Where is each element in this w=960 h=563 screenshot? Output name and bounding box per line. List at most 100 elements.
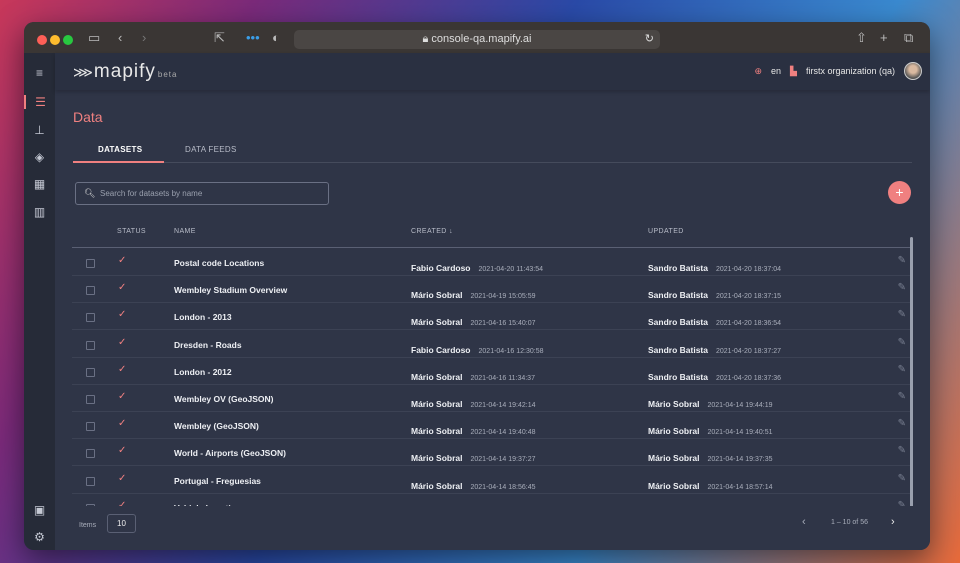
edit-pencil-icon[interactable]: ✎ — [898, 445, 906, 456]
row-checkbox[interactable] — [86, 259, 95, 268]
dataset-name[interactable]: Wembley Stadium Overview — [174, 285, 287, 295]
edit-pencil-icon[interactable]: ✎ — [898, 418, 906, 429]
building-icon: ▦ — [33, 177, 46, 191]
created-cell: Mário Sobral 2021-04-14 19:42:14 — [411, 399, 536, 409]
edit-pencil-icon[interactable]: ✎ — [898, 282, 906, 293]
row-checkbox[interactable] — [86, 449, 95, 459]
edit-pencil-icon[interactable]: ✎ — [898, 309, 906, 320]
sidebar: ≡ ☰ ⊥ ◈ ▦ ▥ ▣ ⚙ — [24, 53, 55, 550]
gear-icon: ⚙ — [34, 530, 45, 544]
table-row[interactable]: ✓ Dresden - Roads Fabio Cardoso 2021-04-1… — [72, 331, 912, 358]
updated-cell: Mário Sobral 2021-04-14 19:44:19 — [648, 399, 773, 409]
header-updated[interactable]: UPDATED — [648, 228, 684, 235]
table-row[interactable]: ✓ London - 2012 Mário Sobral 2021-04-16 1… — [72, 358, 912, 385]
sidebar-item-layers[interactable]: ◈ — [24, 150, 55, 164]
share-icon[interactable]: ⇧ — [856, 30, 867, 46]
sitemap-icon: ⊥ — [34, 123, 45, 137]
language-selector[interactable]: en — [771, 66, 781, 76]
updated-cell: Mário Sobral 2021-04-14 19:37:35 — [648, 453, 773, 464]
edit-pencil-icon[interactable]: ✎ — [898, 255, 906, 266]
row-checkbox[interactable] — [86, 476, 95, 486]
tab-bar: DATASETS DATA FEEDS — [73, 138, 912, 163]
status-check-icon: ✓ — [118, 391, 127, 402]
search-icon: 🔍︎ — [84, 188, 96, 198]
shield-icon[interactable]: ◐ — [272, 30, 280, 45]
dataset-name[interactable]: London - 2012 — [174, 367, 232, 377]
table-row[interactable]: ✓ London - 2013 Mário Sobral 2021-04-16 1… — [72, 303, 912, 331]
header-status[interactable]: STATUS — [117, 228, 146, 235]
next-page-icon[interactable]: › — [891, 516, 895, 528]
new-tab-icon[interactable]: + — [880, 30, 888, 45]
avatar[interactable] — [904, 62, 922, 80]
sidebar-item-data[interactable]: ☰ — [24, 95, 55, 109]
updated-cell: Sandro Batista 2021-04-20 18:37:04 — [648, 263, 781, 273]
add-dataset-button[interactable]: + — [888, 181, 911, 204]
logo[interactable]: ⋙mapify beta — [73, 61, 177, 83]
table-row[interactable]: ✓ Wembley OV (GeoJSON) Mário Sobral 2021-… — [72, 385, 912, 412]
row-checkbox[interactable] — [86, 340, 95, 350]
items-per-page-select[interactable]: 10 — [107, 514, 136, 533]
status-check-icon: ✓ — [118, 309, 127, 321]
row-checkbox[interactable] — [86, 422, 95, 432]
created-cell: Mário Sobral 2021-04-16 11:34:37 — [411, 371, 535, 382]
sidebar-toggle-icon[interactable]: ▭ — [88, 30, 100, 46]
table-row[interactable]: ✓ Wembley (GeoJSON) Mário Sobral 2021-04-… — [72, 412, 912, 440]
header-name[interactable]: NAME — [174, 228, 196, 235]
row-checkbox[interactable] — [86, 395, 95, 404]
sidebar-item-settings[interactable]: ⚙ — [24, 530, 55, 544]
table-row[interactable]: ✓ Portugal - Freguesias Mário Sobral 2021… — [72, 467, 912, 494]
header-created[interactable]: CREATED ↓ — [411, 228, 453, 235]
dataset-name[interactable]: Portugal - Freguesias — [174, 476, 261, 486]
dataset-name[interactable]: Dresden - Roads — [174, 340, 242, 350]
sidebar-item-hierarchy[interactable]: ⊥ — [24, 123, 55, 137]
back-icon[interactable]: ‹ — [118, 30, 122, 45]
dataset-name[interactable]: London - 2013 — [174, 312, 232, 322]
created-cell: Mário Sobral 2021-04-14 19:40:48 — [411, 426, 536, 437]
search-input[interactable]: 🔍︎ Search for datasets by name — [75, 182, 329, 205]
dataset-name[interactable]: Wembley OV (GeoJSON) — [174, 394, 274, 404]
table-row[interactable]: ✓ Postal code Locations Fabio Cardoso 202… — [72, 249, 912, 276]
table-row[interactable]: ✓ Wembley Stadium Overview Mário Sobral 2… — [72, 276, 912, 304]
extension-icon[interactable]: ••• — [246, 30, 260, 45]
row-checkbox[interactable] — [86, 367, 95, 377]
tab-datasets[interactable]: DATASETS — [98, 145, 142, 154]
prev-page-icon[interactable]: ‹ — [802, 516, 806, 528]
globe-icon[interactable]: ⊕ — [754, 66, 762, 77]
created-cell: Mário Sobral 2021-04-14 19:37:27 — [411, 453, 536, 464]
terminal-icon: ▣ — [33, 503, 46, 517]
sidebar-item-maps[interactable]: ▥ — [24, 205, 55, 219]
row-checkbox[interactable] — [86, 313, 95, 323]
close-window-button[interactable] — [37, 35, 47, 45]
page-title: Data — [73, 109, 103, 125]
edit-pencil-icon[interactable]: ✎ — [898, 391, 906, 402]
url-text: console-qa.mapify.ai — [431, 33, 532, 45]
maximize-window-button[interactable] — [63, 35, 73, 45]
updated-cell: Sandro Batista 2021-04-20 18:36:54 — [648, 317, 781, 328]
map-icon: ▥ — [33, 205, 46, 219]
sidebar-item-organization[interactable]: ▦ — [24, 177, 55, 191]
minimize-window-button[interactable] — [50, 35, 60, 45]
created-cell: Mário Sobral 2021-04-16 15:40:07 — [411, 317, 536, 328]
reload-icon[interactable]: ↻ — [645, 30, 654, 49]
row-checkbox[interactable] — [86, 286, 95, 296]
status-check-icon: ✓ — [118, 255, 127, 266]
organization-selector[interactable]: firstx organization (qa) — [806, 66, 895, 76]
tabs-overview-icon[interactable]: ⧉ — [904, 30, 913, 46]
status-check-icon: ✓ — [118, 418, 127, 430]
tab-data-feeds[interactable]: DATA FEEDS — [185, 145, 237, 154]
edit-pencil-icon[interactable]: ✎ — [898, 337, 906, 348]
table-row[interactable]: ✓ Vehicle Locations Mário Sobral Mário S… — [72, 494, 912, 506]
created-cell: Fabio Cardoso 2021-04-16 12:30:58 — [411, 344, 544, 355]
datasets-table: STATUS NAME CREATED ↓ UPDATED ✓ Postal c… — [72, 221, 912, 506]
scrollbar[interactable] — [910, 237, 913, 515]
edit-pencil-icon[interactable]: ✎ — [898, 473, 906, 484]
address-bar[interactable]: 🔒︎ console-qa.mapify.ai ↻ — [294, 30, 660, 49]
dataset-name[interactable]: Postal code Locations — [174, 258, 264, 268]
dataset-name[interactable]: Wembley (GeoJSON) — [174, 421, 259, 431]
menu-icon[interactable]: ≡ — [24, 66, 55, 80]
dataset-name[interactable]: World - Airports (GeoJSON) — [174, 448, 286, 458]
forward-icon[interactable]: › — [142, 30, 146, 45]
edit-pencil-icon[interactable]: ✎ — [898, 364, 906, 375]
table-row[interactable]: ✓ World - Airports (GeoJSON) Mário Sobra… — [72, 439, 912, 467]
sidebar-item-terminal[interactable]: ▣ — [24, 503, 55, 517]
